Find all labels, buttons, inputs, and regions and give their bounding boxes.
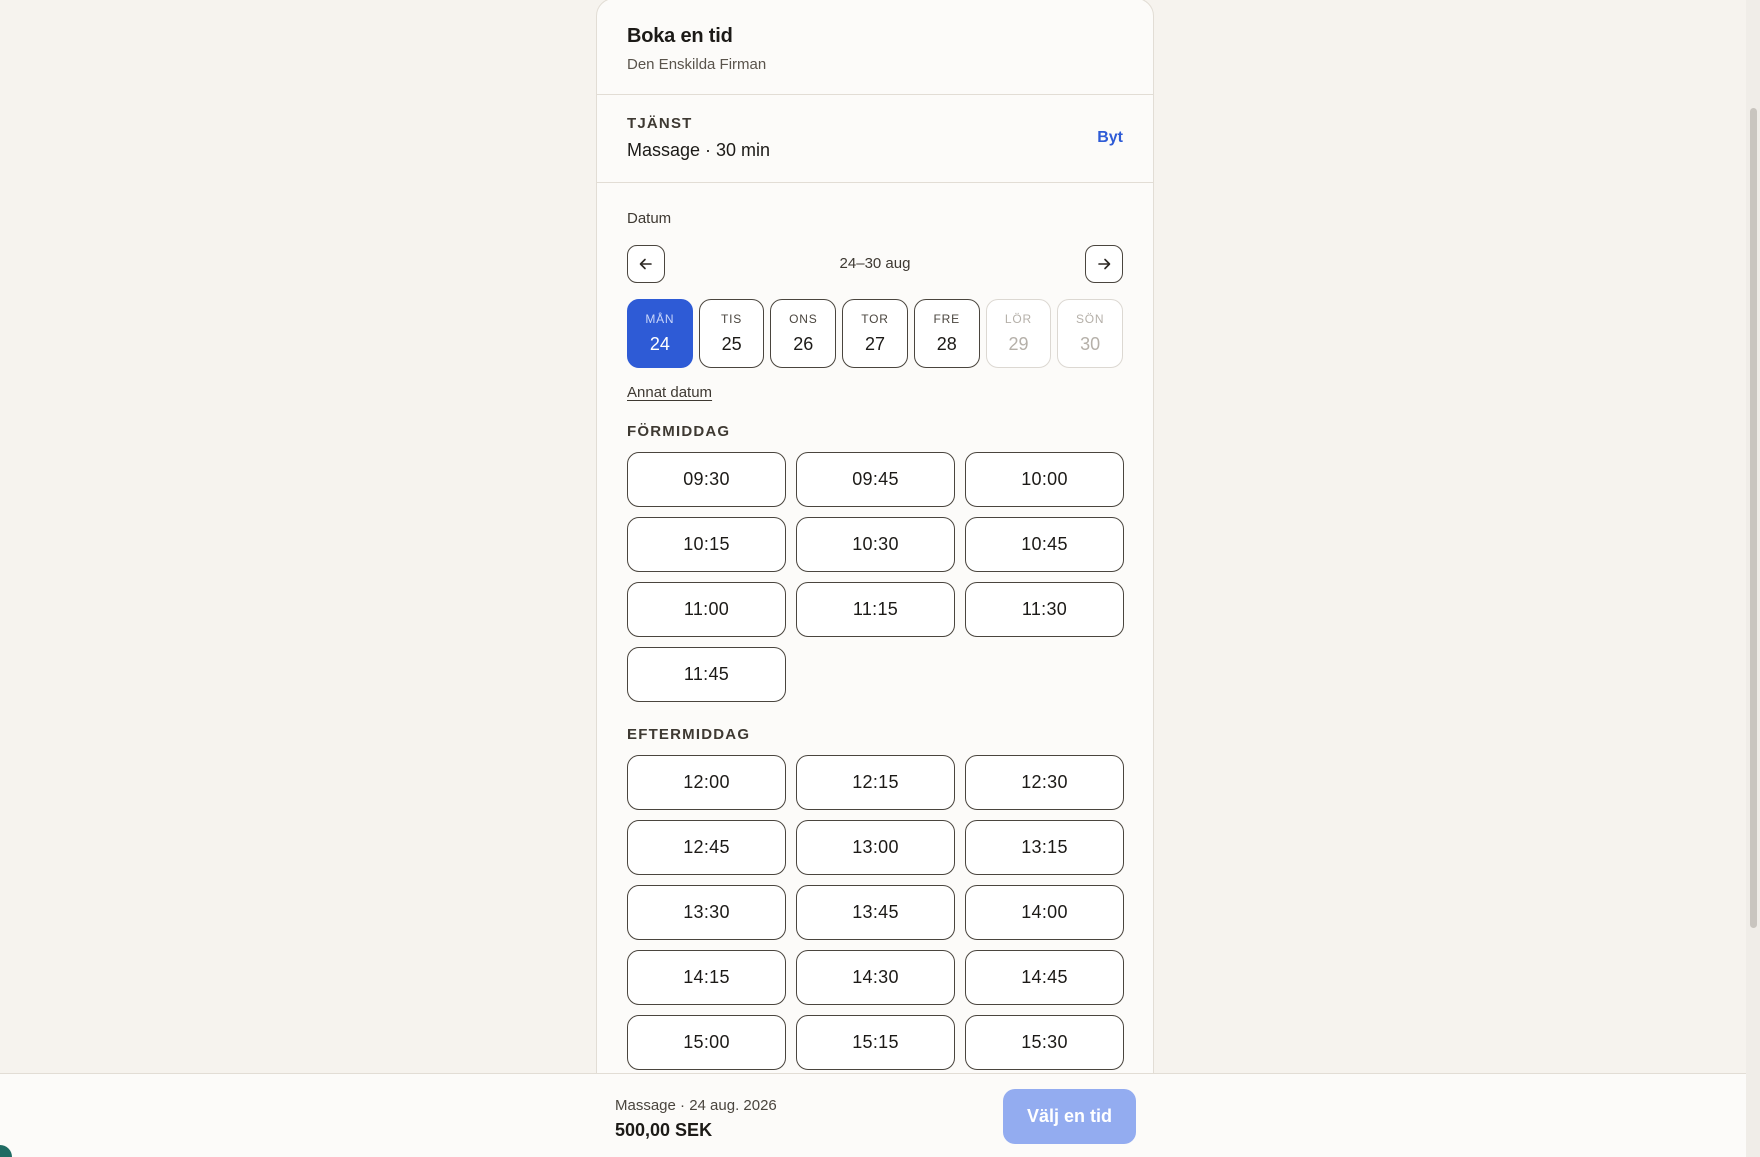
day-name: ONS — [789, 312, 818, 326]
service-value: Massage · 30 min — [627, 140, 771, 160]
day-name: LÖR — [1004, 312, 1032, 326]
scrollbar-thumb[interactable] — [1750, 108, 1757, 928]
service-label: TJÄNST — [627, 115, 693, 132]
day-button[interactable]: TIS 25 — [698, 299, 765, 368]
afternoon-label: EFTERMIDDAG — [627, 726, 751, 743]
morning-slots: 09:30 09:45 10:00 10:15 10:30 10:45 11:00 11:15… — [627, 452, 1124, 702]
day-name: MÅN — [645, 312, 675, 326]
week-range: 24–30 aug — [839, 255, 911, 272]
time-slot-button[interactable]: 13:15 — [965, 820, 1124, 875]
date-label: Datum — [627, 210, 672, 227]
day-number: 25 — [721, 334, 742, 354]
time-slot-button[interactable]: 13:30 — [627, 885, 786, 940]
time-slot-button[interactable]: 11:30 — [965, 582, 1124, 637]
booking-header: Boka en tid Den Enskilda Firman — [597, 0, 1153, 95]
time-slot-button[interactable]: 11:15 — [796, 582, 955, 637]
booking-footer: Massage · 24 aug. 2026 500,00 SEK Välj e… — [0, 1073, 1752, 1157]
day-number: 29 — [1008, 334, 1029, 354]
time-slot-button[interactable]: 10:00 — [965, 452, 1124, 507]
page-title: Boka en tid — [627, 25, 733, 47]
day-button[interactable]: MÅN 24 — [627, 299, 693, 368]
day-name: TOR — [861, 312, 889, 326]
booking-summary: Massage · 24 aug. 2026 500,00 SEK — [615, 1096, 777, 1142]
day-button: SÖN 30 — [1057, 299, 1124, 368]
day-name: TIS — [721, 312, 743, 326]
time-slot-button[interactable]: 14:15 — [627, 950, 786, 1005]
day-button[interactable]: ONS 26 — [770, 299, 837, 368]
change-service-link[interactable]: Byt — [1097, 129, 1123, 147]
summary-price: 500,00 SEK — [615, 1120, 713, 1140]
booking-card: Boka en tid Den Enskilda Firman TJÄNST M… — [596, 0, 1154, 1098]
page-scrollbar[interactable] — [1746, 0, 1760, 1157]
other-date-link[interactable]: Annat datum — [627, 384, 712, 401]
day-name: SÖN — [1075, 312, 1105, 326]
day-button: LÖR 29 — [985, 299, 1052, 368]
date-time-section: Datum 24–30 aug MÅN 24 TIS 25 ONS 26 TOR 27 FRE 2… — [597, 183, 1153, 1070]
time-slot-button[interactable]: 12:00 — [627, 755, 786, 810]
time-slot-button[interactable]: 14:00 — [965, 885, 1124, 940]
time-slot-button[interactable]: 14:30 — [796, 950, 955, 1005]
arrow-right-icon — [1098, 258, 1111, 270]
time-slot-button[interactable]: 10:45 — [965, 517, 1124, 572]
day-button[interactable]: FRE 28 — [913, 299, 980, 368]
time-slot-button[interactable]: 10:30 — [796, 517, 955, 572]
day-button[interactable]: TOR 27 — [842, 299, 908, 368]
day-number: 26 — [793, 334, 814, 354]
time-slot-button[interactable]: 12:30 — [965, 755, 1124, 810]
time-slot-button[interactable]: 11:45 — [627, 647, 786, 702]
day-number: 28 — [936, 334, 957, 354]
choose-time-button[interactable]: Välj en tid — [1003, 1089, 1136, 1144]
time-slot-button[interactable]: 13:45 — [796, 885, 955, 940]
time-slot-button[interactable]: 15:30 — [965, 1015, 1124, 1070]
time-slot-button[interactable]: 09:45 — [796, 452, 955, 507]
time-slot-button[interactable]: 12:15 — [796, 755, 955, 810]
time-slot-button[interactable]: 09:30 — [627, 452, 786, 507]
week-navigator: 24–30 aug — [627, 245, 1123, 285]
day-picker: MÅN 24 TIS 25 ONS 26 TOR 27 FRE 28 LÖR 29 SÖN 30 — [627, 299, 1124, 368]
service-section: TJÄNST Massage · 30 min Byt — [597, 95, 1153, 183]
time-slot-button[interactable]: 13:00 — [796, 820, 955, 875]
time-slot-button[interactable]: 15:00 — [627, 1015, 786, 1070]
time-slot-button[interactable]: 10:15 — [627, 517, 786, 572]
day-number: 30 — [1080, 334, 1101, 354]
next-week-button[interactable] — [1085, 245, 1123, 283]
day-number: 27 — [865, 334, 886, 354]
time-slot-button[interactable]: 14:45 — [965, 950, 1124, 1005]
time-slot-button[interactable]: 11:00 — [627, 582, 786, 637]
summary-description: Massage · 24 aug. 2026 — [615, 1097, 777, 1114]
afternoon-slots: 12:00 12:15 12:30 12:45 13:00 13:15 13:30 13:45… — [627, 755, 1124, 1070]
day-name: FRE — [933, 312, 960, 326]
booking-page: Boka en tid Den Enskilda Firman TJÄNST M… — [0, 0, 1760, 1157]
morning-label: FÖRMIDDAG — [627, 423, 731, 440]
business-name: Den Enskilda Firman — [627, 56, 767, 73]
day-number: 24 — [649, 334, 670, 354]
time-slot-button[interactable]: 12:45 — [627, 820, 786, 875]
time-slot-button[interactable]: 15:15 — [796, 1015, 955, 1070]
